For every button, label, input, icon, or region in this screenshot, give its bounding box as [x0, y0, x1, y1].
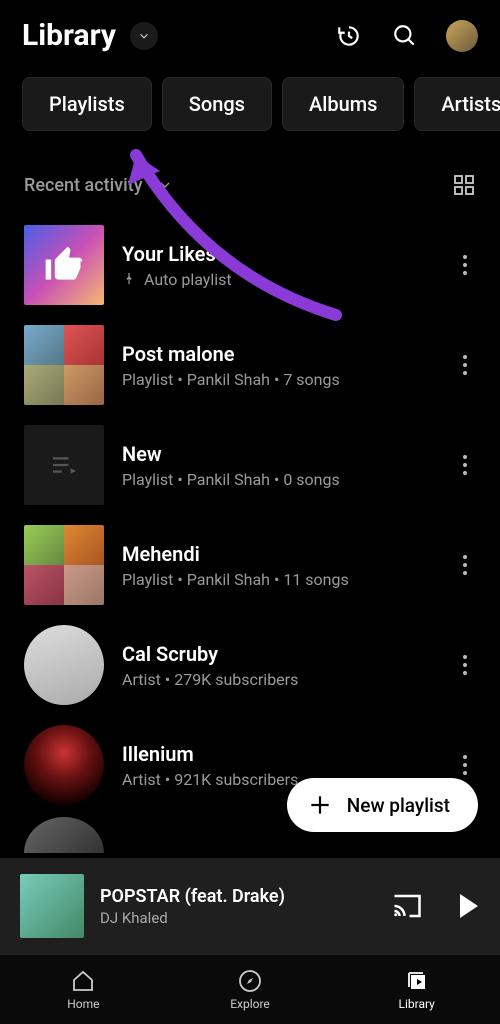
pin-icon	[122, 272, 136, 286]
history-button[interactable]	[336, 23, 362, 49]
more-button[interactable]	[454, 355, 476, 375]
list-item[interactable]: New Playlist • Pankil Shah • 0 songs	[0, 415, 500, 515]
compass-icon	[238, 969, 262, 993]
grid-view-button[interactable]	[452, 173, 476, 197]
item-title: Your Likes	[122, 242, 436, 266]
search-button[interactable]	[392, 23, 418, 49]
thumbnail	[24, 725, 104, 805]
item-info: Post malone Playlist • Pankil Shah • 7 s…	[122, 342, 436, 389]
tab-artists[interactable]: Artists	[414, 77, 500, 131]
thumbnail	[24, 425, 104, 505]
tab-songs[interactable]: Songs	[162, 77, 272, 131]
item-title: Mehendi	[122, 542, 436, 566]
item-subtitle: Playlist • Pankil Shah • 7 songs	[122, 370, 436, 389]
thumbs-up-icon	[42, 243, 86, 287]
nav-label: Home	[67, 997, 99, 1011]
title-dropdown[interactable]	[130, 22, 158, 50]
item-title: New	[122, 442, 436, 466]
thumbnail	[24, 817, 104, 853]
mini-player-art	[20, 874, 84, 938]
more-button[interactable]	[454, 255, 476, 275]
list-item[interactable]: Post malone Playlist • Pankil Shah • 7 s…	[0, 315, 500, 415]
plus-icon	[307, 792, 333, 818]
more-button[interactable]	[454, 555, 476, 575]
header: Library	[0, 0, 500, 65]
more-button[interactable]	[454, 455, 476, 475]
item-info: Mehendi Playlist • Pankil Shah • 11 song…	[122, 542, 436, 589]
grid-icon	[452, 173, 476, 197]
nav-library[interactable]: Library	[333, 955, 500, 1024]
mini-player-info: POPSTAR (feat. Drake) DJ Khaled	[100, 886, 376, 927]
page-title: Library	[22, 18, 116, 53]
chevron-down-icon	[137, 29, 151, 43]
item-subtitle: Playlist • Pankil Shah • 11 songs	[122, 570, 436, 589]
play-icon	[456, 892, 480, 920]
item-title: Cal Scruby	[122, 642, 436, 666]
item-subtitle: Playlist • Pankil Shah • 0 songs	[122, 470, 436, 489]
mini-player-artist: DJ Khaled	[100, 909, 376, 927]
nav-explore[interactable]: Explore	[167, 955, 334, 1024]
item-info: Cal Scruby Artist • 279K subscribers	[122, 642, 436, 689]
item-subtitle: Auto playlist	[122, 270, 436, 289]
item-info: New Playlist • Pankil Shah • 0 songs	[122, 442, 436, 489]
more-button[interactable]	[454, 655, 476, 675]
cast-button[interactable]	[392, 893, 422, 919]
sort-label[interactable]: Recent activity	[24, 175, 143, 196]
item-subtitle: Artist • 279K subscribers	[122, 670, 436, 689]
item-title: Illenium	[122, 742, 436, 766]
nav-label: Library	[399, 997, 435, 1011]
item-info: Your Likes Auto playlist	[122, 242, 436, 289]
chevron-down-icon	[157, 177, 173, 193]
thumbnail	[24, 325, 104, 405]
more-button[interactable]	[454, 755, 476, 775]
avatar[interactable]	[446, 20, 478, 52]
mini-player[interactable]: POPSTAR (feat. Drake) DJ Khaled	[0, 858, 500, 954]
tab-playlists[interactable]: Playlists	[22, 77, 152, 131]
tab-albums[interactable]: Albums	[282, 77, 404, 131]
search-icon	[392, 23, 418, 49]
new-playlist-fab[interactable]: New playlist	[287, 778, 478, 832]
home-icon	[71, 969, 95, 993]
thumbnail	[24, 525, 104, 605]
library-list: Your Likes Auto playlist Post malone Pla…	[0, 207, 500, 858]
playlist-icon	[50, 454, 78, 476]
nav-label: Explore	[230, 997, 270, 1011]
list-item[interactable]: Mehendi Playlist • Pankil Shah • 11 song…	[0, 515, 500, 615]
list-item[interactable]: Cal Scruby Artist • 279K subscribers	[0, 615, 500, 715]
thumbnail	[24, 625, 104, 705]
mini-player-title: POPSTAR (feat. Drake)	[100, 886, 376, 907]
item-title: Post malone	[122, 342, 436, 366]
nav-home[interactable]: Home	[0, 955, 167, 1024]
sort-row: Recent activity	[0, 145, 500, 207]
history-icon	[336, 22, 362, 50]
cast-icon	[392, 893, 422, 919]
thumbnail	[24, 225, 104, 305]
list-item[interactable]: Your Likes Auto playlist	[0, 215, 500, 315]
play-button[interactable]	[456, 892, 480, 920]
filter-tabs: Playlists Songs Albums Artists	[0, 65, 500, 145]
fab-label: New playlist	[347, 794, 450, 817]
bottom-nav: Home Explore Library	[0, 954, 500, 1024]
library-icon	[405, 969, 429, 993]
